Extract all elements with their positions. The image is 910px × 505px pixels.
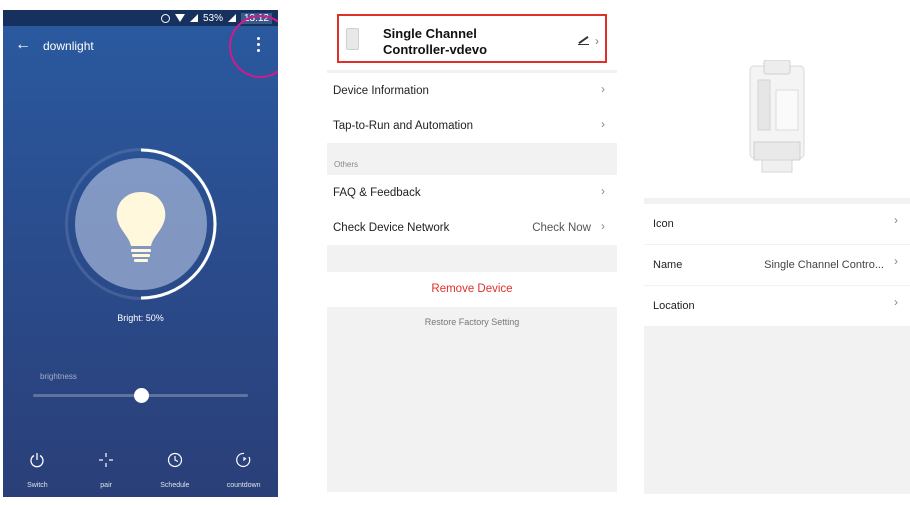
device-info-screen: Icon › Name Single Channel Contro... › L… xyxy=(644,14,910,494)
brightness-slider[interactable] xyxy=(33,388,248,403)
chevron-right-icon: › xyxy=(601,82,605,96)
chevron-right-icon: › xyxy=(601,117,605,131)
remove-device-button[interactable]: Remove Device xyxy=(327,272,617,307)
bottom-nav: Switch pair Schedule countdown xyxy=(3,450,278,497)
chevron-right-icon: › xyxy=(601,219,605,233)
faq-feedback-row[interactable]: FAQ & Feedback › xyxy=(327,175,617,210)
tap-to-run-row[interactable]: Tap-to-Run and Automation › xyxy=(327,108,617,143)
chevron-right-icon: › xyxy=(894,254,898,268)
back-arrow-icon[interactable]: ← xyxy=(15,36,31,54)
device-settings-screen: Single Channel Controller-vdevo › Device… xyxy=(327,14,617,492)
light-bulb-icon xyxy=(116,192,166,262)
restore-factory-setting[interactable]: Restore Factory Setting xyxy=(327,317,617,327)
status-bar: 53% 13:12 xyxy=(3,10,278,26)
clock-icon xyxy=(167,452,182,468)
signal-icon xyxy=(189,14,198,22)
device-thumbnail xyxy=(346,28,359,50)
schedule-label: Schedule xyxy=(160,482,190,489)
countdown-icon xyxy=(235,452,250,467)
page-title: downlight xyxy=(43,39,94,53)
schedule-button[interactable]: Schedule xyxy=(145,450,205,497)
location-row[interactable]: Location › xyxy=(644,286,910,326)
slider-thumb[interactable] xyxy=(133,388,149,403)
device-header[interactable]: Single Channel Controller-vdevo › xyxy=(327,14,617,70)
check-device-network-row[interactable]: Check Device Network Check Now › xyxy=(327,210,617,245)
countdown-label: countdown xyxy=(226,482,261,489)
edit-pencil-icon[interactable] xyxy=(578,36,589,45)
pair-label: pair xyxy=(100,482,112,489)
status-time: 13:12 xyxy=(240,12,272,24)
switch-button[interactable]: Switch xyxy=(7,450,67,497)
brightness-label: brightness xyxy=(40,372,77,381)
name-value: Single Channel Contro... xyxy=(764,259,884,271)
battery-icon xyxy=(227,14,236,22)
chevron-right-icon: › xyxy=(601,184,605,198)
brightness-dial[interactable] xyxy=(65,148,217,300)
pair-button[interactable]: pair xyxy=(76,450,136,497)
chevron-right-icon: › xyxy=(894,213,898,227)
brightness-readout: Bright: 50% xyxy=(117,313,164,323)
device-information-row[interactable]: Device Information › xyxy=(327,73,617,108)
chevron-right-icon: › xyxy=(894,295,898,309)
name-row[interactable]: Name Single Channel Contro... › xyxy=(644,245,910,285)
switch-label: Switch xyxy=(27,482,48,489)
battery-percent: 53% xyxy=(202,12,223,24)
check-now-link[interactable]: Check Now xyxy=(532,222,591,234)
device-name: Single Channel Controller-vdevo xyxy=(383,26,488,57)
bulb-circle xyxy=(75,158,207,290)
wifi-icon xyxy=(174,14,185,22)
pair-icon xyxy=(99,453,114,467)
chevron-right-icon: › xyxy=(595,34,599,48)
more-options-icon[interactable] xyxy=(254,36,262,54)
downlight-control-screen: 53% 13:12 ← downlight Bright: 50% bright… xyxy=(3,10,278,497)
alarm-icon xyxy=(160,13,170,23)
device-image xyxy=(749,60,805,173)
icon-row[interactable]: Icon › xyxy=(644,204,910,244)
section-label-others: Others xyxy=(334,160,359,169)
countdown-button[interactable]: countdown xyxy=(214,450,274,497)
app-header: ← downlight xyxy=(3,34,278,58)
device-image-area xyxy=(644,14,910,198)
power-icon xyxy=(30,453,45,468)
